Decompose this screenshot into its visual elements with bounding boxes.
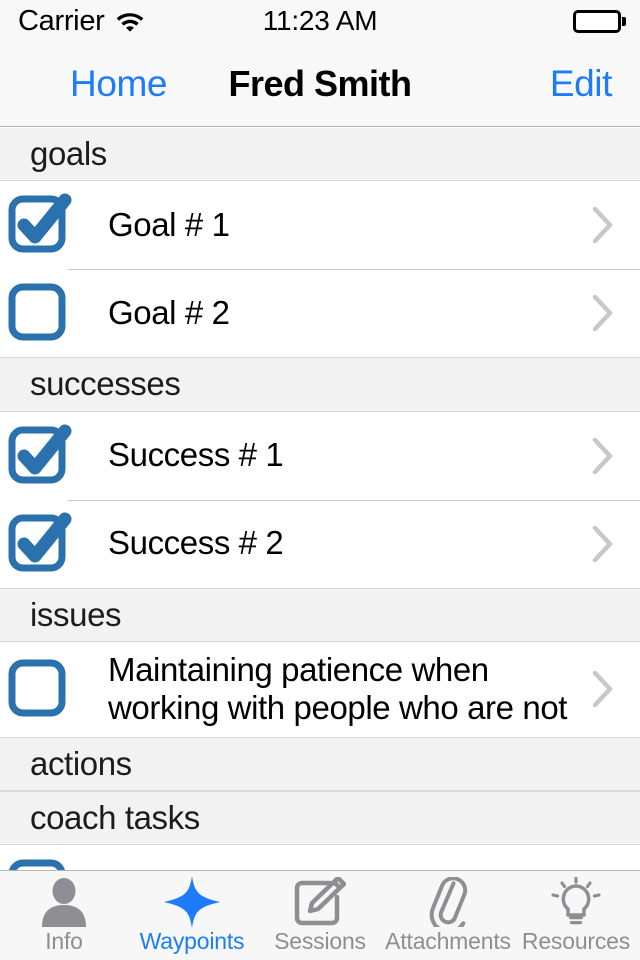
tab-attachments[interactable]: Attachments — [384, 871, 512, 960]
lightbulb-icon — [550, 877, 602, 926]
navigation-bar: Home Fred Smith Edit — [0, 42, 640, 127]
checkbox-unchecked-icon[interactable] — [8, 858, 70, 870]
checkbox-checked-icon[interactable] — [8, 512, 72, 575]
section-header-successes: successes — [0, 357, 640, 412]
section-header-issues: issues — [0, 587, 640, 642]
row-label: Success # 1 — [108, 436, 284, 474]
row-label: Goal # 2 — [108, 294, 230, 332]
waypoints-table[interactable]: goals Goal # 1 Goal # 2 successes Success # … — [0, 128, 640, 870]
checkbox-unchecked-icon[interactable] — [8, 282, 70, 344]
section-header-label: successes — [30, 365, 181, 403]
section-header-label: actions — [30, 744, 132, 782]
section-header-actions: actions — [0, 736, 640, 791]
table-row[interactable]: Maintaining patience when working with p… — [0, 641, 640, 737]
table-row[interactable]: Goal # 2 — [0, 269, 640, 358]
table-row[interactable]: Success # 1 — [0, 411, 640, 500]
status-bar: Carrier 11:23 AM — [0, 0, 640, 42]
page-title: Fred Smith — [228, 63, 412, 104]
chevron-right-icon — [590, 667, 616, 711]
checkbox-checked-icon[interactable] — [8, 424, 72, 487]
checkbox-unchecked-icon[interactable] — [8, 658, 70, 720]
edit-button[interactable]: Edit — [550, 63, 613, 105]
section-header-label: coach tasks — [30, 799, 200, 836]
tab-label: Waypoints — [139, 928, 245, 954]
table-row[interactable]: Success # 2 — [0, 499, 640, 588]
table-row[interactable]: Goal # 1 — [0, 181, 640, 270]
battery-full-icon — [573, 9, 626, 33]
tab-waypoints[interactable]: Waypoints — [128, 871, 256, 960]
checkbox-checked-icon[interactable] — [8, 193, 72, 256]
row-label: Goal # 1 — [108, 206, 230, 244]
chevron-right-icon — [590, 434, 616, 478]
tab-info[interactable]: Info — [0, 871, 128, 960]
section-header-label: goals — [30, 135, 107, 172]
section-header-label: issues — [30, 595, 122, 633]
app-screen: Carrier 11:23 AM Home Fred Smith Edit go… — [0, 0, 640, 960]
section-header-goals: goals — [0, 128, 640, 182]
tab-label: Resources — [521, 928, 631, 954]
clock-label: 11:23 AM — [262, 5, 378, 36]
tab-label: Attachments — [385, 928, 511, 954]
compose-icon — [294, 877, 346, 926]
person-icon — [36, 878, 92, 927]
row-label: Success # 2 — [108, 524, 284, 562]
paperclip-icon — [425, 877, 471, 927]
sparkle-star-icon — [163, 876, 221, 928]
tab-sessions[interactable]: Sessions — [256, 871, 384, 960]
section-header-coach-tasks: coach tasks — [0, 791, 640, 846]
row-label: Maintaining patience when working with p… — [108, 650, 568, 727]
tab-bar[interactable]: Info Waypoints Sessions Attachments Resource… — [0, 870, 640, 960]
tab-resources[interactable]: Resources — [512, 871, 640, 960]
chevron-right-icon — [590, 203, 616, 247]
chevron-right-icon — [590, 522, 616, 566]
table-row[interactable]: Send article on Listening Skills. — [0, 845, 640, 870]
status-bar-right — [573, 9, 626, 33]
chevron-right-icon — [590, 291, 616, 335]
tab-label: Sessions — [274, 928, 366, 954]
tab-label: Info — [45, 928, 83, 954]
